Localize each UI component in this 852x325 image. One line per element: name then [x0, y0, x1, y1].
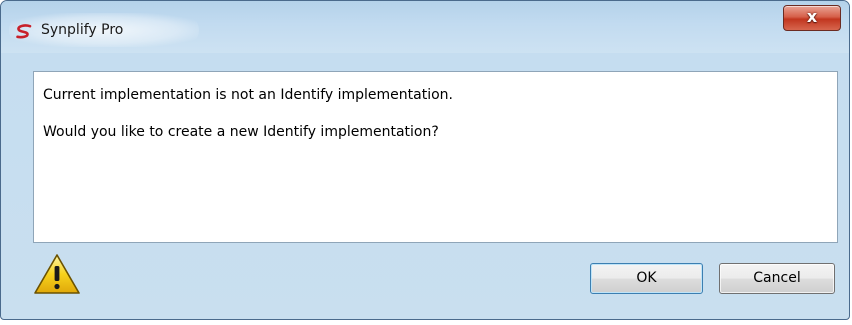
close-icon: x — [806, 7, 818, 26]
message-line-2: Would you like to create a new Identify … — [43, 124, 439, 140]
message-line-1: Current implementation is not an Identif… — [43, 87, 453, 103]
warning-icon — [33, 253, 81, 295]
close-button[interactable]: x — [783, 5, 841, 31]
title-bar[interactable]: Synplify Pro x — [1, 1, 849, 53]
synplify-logo-icon — [15, 23, 33, 41]
message-area: Current implementation is not an Identif… — [33, 71, 838, 243]
ok-button[interactable]: OK — [590, 263, 703, 294]
cancel-button[interactable]: Cancel — [719, 263, 835, 294]
dialog-window: Synplify Pro x Current implementation is… — [0, 0, 850, 320]
window-title: Synplify Pro — [41, 22, 124, 38]
